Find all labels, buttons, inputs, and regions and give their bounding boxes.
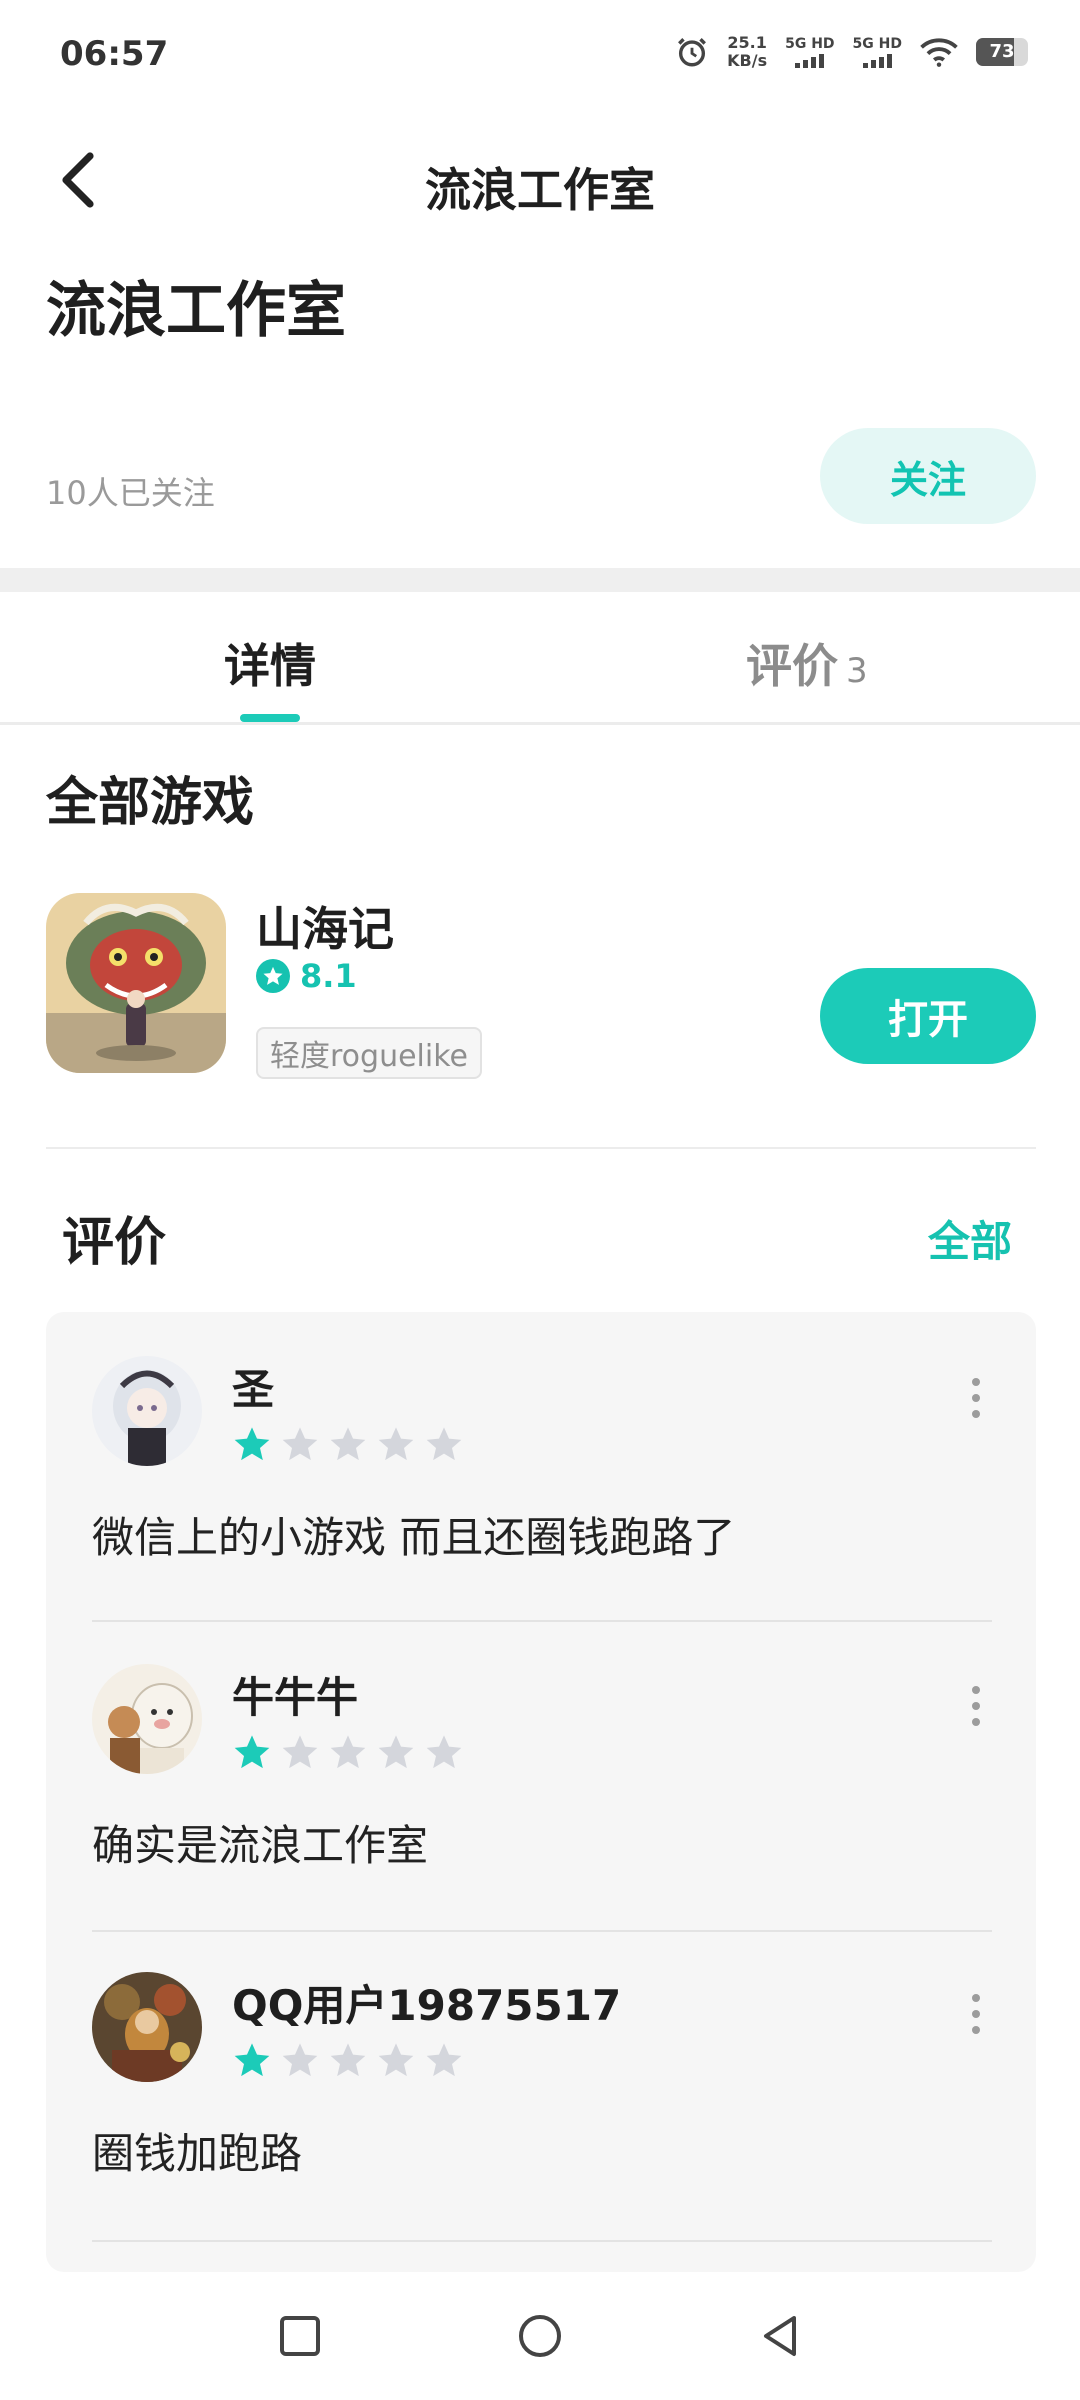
back-icon[interactable] (754, 2310, 806, 2362)
game-tag[interactable]: 轻度roguelike (256, 1027, 482, 1079)
review-text: 微信上的小游戏 而且还圈钱跑路了 (92, 1513, 736, 1562)
follower-count: 10人已关注 (46, 474, 215, 512)
wifi-icon (920, 38, 958, 67)
active-tab-indicator (240, 714, 300, 722)
follow-button[interactable]: 关注 (820, 428, 1036, 524)
all-games-title: 全部游戏 (46, 773, 255, 833)
reviews-section-title: 评价 (62, 1213, 167, 1273)
review-username[interactable]: QQ用户19875517 (232, 1972, 621, 2033)
reviews-card: 圣 微信上的小游戏 而且还圈钱跑路了 牛牛牛 确实是流浪工作室 QQ用户1987… (46, 1312, 1036, 2272)
star-filled-icon (234, 2043, 270, 2077)
signal-icon: 5G HD (853, 36, 902, 68)
star-empty-icon (330, 2043, 366, 2077)
tab-reviews[interactable]: 评价 3 (746, 630, 868, 696)
alarm-icon (678, 38, 707, 67)
star-icon (256, 959, 290, 993)
app-header: 流浪工作室 (0, 110, 1080, 250)
battery-icon: 73 (976, 38, 1028, 66)
more-options-icon[interactable] (966, 1378, 986, 1418)
tab-reviews-count: 3 (846, 651, 868, 691)
section-divider (0, 568, 1080, 592)
recent-apps-icon[interactable] (274, 2310, 326, 2362)
star-rating (232, 2040, 464, 2080)
status-icons: 25.1 KB/s 5G HD 5G HD 73 (675, 34, 1028, 70)
open-game-button[interactable]: 打开 (820, 968, 1036, 1064)
avatar[interactable] (92, 1972, 202, 2082)
star-empty-icon (378, 1427, 414, 1461)
game-rating: 8.1 (256, 957, 357, 995)
star-empty-icon (426, 2043, 462, 2077)
home-icon[interactable] (514, 2310, 566, 2362)
status-bar: 06:57 25.1 KB/s 5G HD 5G HD 73 (0, 0, 1080, 110)
review-text: 圈钱加跑路 (92, 2129, 303, 2178)
more-options-icon[interactable] (966, 1686, 986, 1726)
review-divider (92, 2240, 992, 2242)
star-empty-icon (426, 1427, 462, 1461)
net-speed-unit: KB/s (727, 51, 768, 70)
game-icon (46, 893, 226, 1073)
studio-name: 流浪工作室 (46, 276, 346, 346)
system-nav-bar (0, 2272, 1080, 2400)
review-item: 圣 微信上的小游戏 而且还圈钱跑路了 (46, 1312, 1036, 1622)
tab-bar: 详情 评价 3 (0, 592, 1080, 725)
review-item: 牛牛牛 确实是流浪工作室 (46, 1622, 1036, 1932)
view-all-reviews-link[interactable]: 全部 (928, 1208, 1012, 1269)
review-username[interactable]: 牛牛牛 (232, 1664, 358, 1725)
game-item[interactable]: 山海记 8.1 轻度roguelike 打开 (46, 893, 1036, 1079)
star-empty-icon (378, 2043, 414, 2077)
tab-details-label: 详情 (224, 639, 316, 693)
tab-reviews-label: 评价 (746, 639, 838, 693)
divider (46, 1147, 1036, 1149)
star-empty-icon (282, 1735, 318, 1769)
sim2-label: 5G HD (852, 36, 902, 52)
star-empty-icon (282, 2043, 318, 2077)
net-speed: 25.1 KB/s (727, 34, 767, 70)
review-username[interactable]: 圣 (232, 1356, 274, 1417)
signal-icon: 5G HD (785, 36, 835, 68)
tab-details[interactable]: 详情 (224, 630, 316, 696)
star-rating (232, 1424, 464, 1464)
star-empty-icon (282, 1427, 318, 1461)
avatar[interactable] (92, 1356, 202, 1466)
star-empty-icon (426, 1735, 462, 1769)
page-title: 流浪工作室 (425, 163, 655, 217)
game-rating-value: 8.1 (300, 957, 357, 995)
net-speed-value: 25.1 (727, 33, 767, 52)
star-rating (232, 1732, 464, 1772)
battery-level: 73 (989, 41, 1015, 62)
star-filled-icon (234, 1427, 270, 1461)
star-empty-icon (378, 1735, 414, 1769)
sim1-label: 5G HD (785, 36, 835, 52)
review-item: QQ用户19875517 圈钱加跑路 (46, 1932, 1036, 2242)
star-empty-icon (330, 1427, 366, 1461)
star-empty-icon (330, 1735, 366, 1769)
more-options-icon[interactable] (966, 1994, 986, 2034)
review-text: 确实是流浪工作室 (92, 1821, 429, 1870)
avatar[interactable] (92, 1664, 202, 1774)
star-filled-icon (234, 1735, 270, 1769)
status-time: 06:57 (60, 34, 169, 74)
game-name: 山海记 (256, 902, 394, 956)
